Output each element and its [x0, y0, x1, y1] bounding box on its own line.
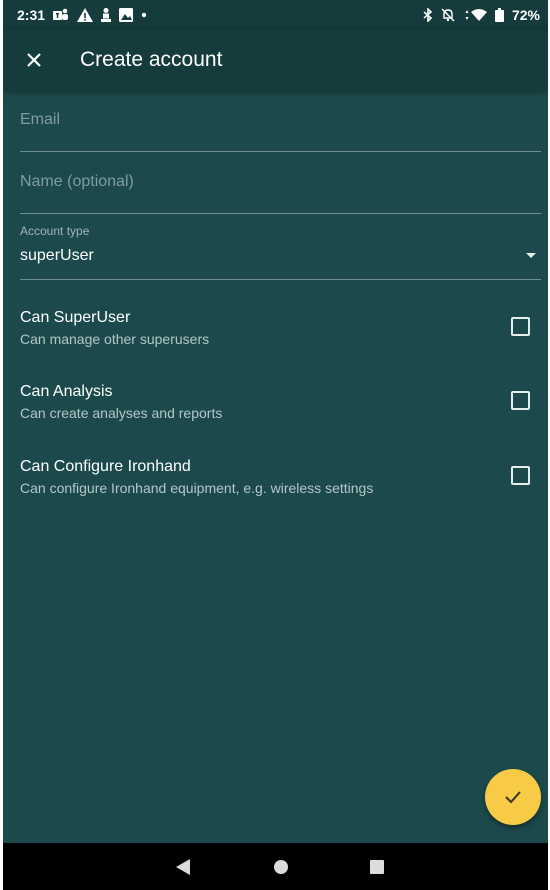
dot-icon — [141, 12, 147, 18]
name-placeholder: Name (optional) — [20, 173, 134, 190]
close-button[interactable] — [21, 47, 47, 73]
superuser-checkbox[interactable] — [511, 317, 530, 336]
configure-ironhand-checkbox[interactable] — [511, 466, 530, 485]
warning-icon — [77, 7, 94, 22]
permission-superuser[interactable]: Can SuperUser Can manage other superuser… — [20, 309, 541, 365]
status-bar: 2:31 72% — [3, 0, 548, 29]
recents-icon — [370, 860, 384, 874]
home-button[interactable] — [269, 857, 293, 877]
permission-title: Can Analysis — [20, 383, 113, 400]
account-type-label: Account type — [20, 224, 90, 238]
permission-configure-ironhand[interactable]: Can Configure Ironhand Can configure Iro… — [20, 458, 541, 514]
check-icon — [505, 791, 521, 804]
navigation-bar — [3, 843, 548, 890]
permission-description: Can manage other superusers — [20, 331, 210, 347]
status-right: 72% — [423, 7, 540, 23]
screen: 2:31 72% Create account Email Name (opti… — [3, 0, 548, 890]
image-icon — [119, 7, 134, 22]
permission-description: Can create analyses and reports — [20, 405, 223, 421]
home-icon — [274, 860, 288, 874]
person-icon — [101, 7, 112, 22]
bluetooth-icon — [423, 7, 433, 22]
analysis-checkbox[interactable] — [511, 391, 530, 410]
status-time: 2:31 — [17, 6, 46, 23]
account-type-dropdown[interactable]: Account type superUser — [20, 224, 541, 280]
permission-title: Can SuperUser — [20, 309, 131, 326]
back-icon — [176, 859, 190, 875]
app-bar: Create account — [3, 29, 548, 90]
page-title: Create account — [80, 47, 223, 71]
permission-title: Can Configure Ironhand — [20, 458, 191, 475]
back-button[interactable] — [171, 857, 195, 877]
account-type-value: superUser — [20, 247, 94, 264]
name-field[interactable]: Name (optional) — [20, 162, 541, 214]
status-left: 2:31 — [17, 7, 147, 23]
battery-icon — [494, 7, 504, 22]
dropdown-arrow-icon — [526, 253, 536, 258]
recents-button[interactable] — [365, 857, 389, 877]
email-placeholder: Email — [20, 111, 61, 128]
battery-percent: 72% — [511, 6, 540, 23]
wifi-icon — [463, 8, 487, 22]
bell-off-icon — [441, 7, 455, 22]
email-field[interactable]: Email — [20, 100, 541, 152]
teams-icon — [53, 8, 69, 22]
permission-description: Can configure Ironhand equipment, e.g. w… — [20, 480, 374, 496]
permission-analysis[interactable]: Can Analysis Can create analyses and rep… — [20, 383, 541, 439]
confirm-button[interactable] — [485, 769, 541, 825]
close-icon — [27, 52, 41, 67]
